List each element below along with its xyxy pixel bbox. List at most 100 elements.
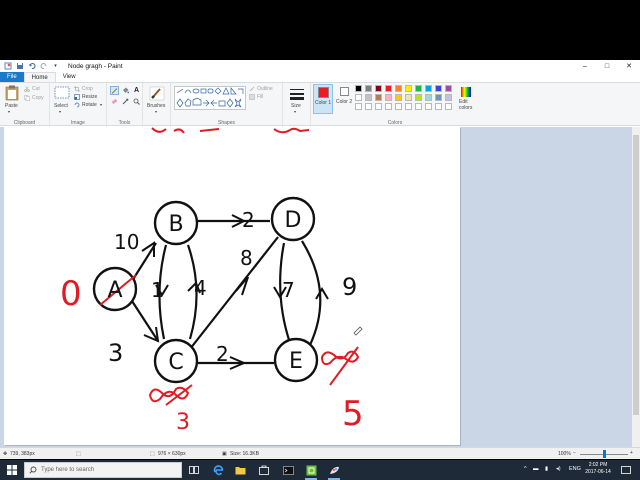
crop-icon[interactable] [74, 86, 80, 92]
volume-icon[interactable]: ◂) [556, 466, 561, 472]
maximize-button[interactable]: □ [596, 60, 618, 72]
resize-icon[interactable] [74, 94, 80, 100]
rotate-button[interactable]: Rotate [82, 102, 97, 108]
fill-button[interactable]: Fill [257, 94, 263, 100]
fill-icon[interactable] [121, 86, 130, 95]
palette-swatch[interactable] [395, 103, 402, 110]
palette-swatch[interactable] [415, 103, 422, 110]
red-dist-a: 0 [60, 274, 82, 314]
palette-swatch[interactable] [355, 94, 362, 101]
palette-swatch[interactable] [415, 85, 422, 92]
palette-swatch[interactable] [425, 103, 432, 110]
rotate-dropdown-icon[interactable]: ▾ [100, 102, 102, 107]
crop-button[interactable]: Crop [82, 86, 93, 92]
close-button[interactable]: ✕ [618, 60, 640, 72]
redo-icon[interactable] [39, 62, 48, 71]
minimize-button[interactable]: – [574, 60, 596, 72]
text-icon[interactable]: A [132, 86, 141, 95]
edge-browser-icon[interactable] [212, 464, 224, 476]
outline-button[interactable]: Outline [257, 86, 273, 92]
scrollbar-thumb[interactable] [633, 135, 639, 415]
select-dropdown-icon[interactable]: ▾ [59, 109, 61, 114]
tab-home[interactable]: Home [23, 72, 56, 82]
palette-swatch[interactable] [425, 85, 432, 92]
copy-button[interactable]: Copy [32, 95, 44, 101]
palette-swatch[interactable] [395, 94, 402, 101]
network-icon[interactable]: ▬ [533, 466, 539, 472]
copy-icon[interactable] [24, 95, 30, 101]
shapes-gallery[interactable] [174, 86, 246, 110]
palette-swatch[interactable] [365, 94, 372, 101]
palette-swatch[interactable] [375, 85, 382, 92]
paste-icon[interactable] [4, 85, 20, 101]
cut-button[interactable]: Cut [32, 86, 40, 92]
edit-colors-icon[interactable] [459, 85, 473, 98]
color-picker-icon[interactable] [121, 97, 130, 106]
palette-swatch[interactable] [405, 103, 412, 110]
pencil-icon[interactable] [110, 86, 119, 95]
paint-app-icon[interactable] [3, 62, 12, 71]
palette-swatch[interactable] [365, 85, 372, 92]
palette-swatch[interactable] [395, 85, 402, 92]
palette-swatch[interactable] [445, 103, 452, 110]
fill-shape-icon[interactable] [249, 94, 255, 100]
zoom-slider-thumb[interactable] [603, 450, 606, 458]
palette-swatch[interactable] [435, 94, 442, 101]
size-dropdown-icon[interactable]: ▾ [294, 109, 296, 114]
palette-swatch[interactable] [355, 103, 362, 110]
system-clock[interactable]: 2:02 PM 2017-06-14 [583, 462, 613, 476]
palette-swatch[interactable] [425, 94, 432, 101]
brushes-dropdown-icon[interactable]: ▾ [155, 109, 157, 114]
edit-colors-label[interactable]: Edit colors [459, 99, 479, 111]
task-view-icon[interactable] [188, 464, 200, 476]
camtasia-icon[interactable] [305, 464, 317, 480]
file-explorer-icon[interactable] [234, 464, 246, 476]
paint-taskbar-icon[interactable] [328, 464, 340, 480]
paste-label[interactable]: Paste [5, 103, 18, 109]
palette-swatch[interactable] [445, 94, 452, 101]
brush-icon[interactable] [149, 86, 165, 101]
palette-swatch[interactable] [435, 85, 442, 92]
vertical-scrollbar[interactable] [632, 127, 640, 447]
palette-swatch[interactable] [365, 103, 372, 110]
color1-button[interactable]: Color 1 [313, 84, 333, 114]
palette-swatch[interactable] [435, 103, 442, 110]
action-center-icon[interactable] [620, 464, 632, 476]
palette-swatch[interactable] [405, 94, 412, 101]
battery-icon[interactable]: ▮ [545, 466, 548, 472]
zoom-in-button[interactable]: + [630, 450, 633, 456]
taskbar-search-box[interactable]: Type here to search [24, 462, 182, 478]
tab-file[interactable]: File [0, 72, 24, 82]
palette-swatch[interactable] [385, 85, 392, 92]
start-button-icon[interactable] [6, 464, 18, 476]
drawing-canvas[interactable]: A B C D E 10 3 1 4 2 8 2 7 9 0 5 3 [4, 127, 460, 445]
magnifier-icon[interactable] [132, 97, 141, 106]
palette-swatch[interactable] [415, 94, 422, 101]
tab-view[interactable]: View [56, 72, 83, 82]
palette-swatch[interactable] [445, 85, 452, 92]
palette-swatch[interactable] [385, 94, 392, 101]
command-prompt-icon[interactable] [282, 464, 294, 476]
undo-icon[interactable] [27, 62, 36, 71]
input-language[interactable]: ENG [569, 466, 581, 472]
customize-toolbar-icon[interactable]: ▾ [51, 62, 60, 71]
cut-icon[interactable] [24, 86, 30, 92]
color-palette [355, 85, 457, 113]
save-icon[interactable] [15, 62, 24, 71]
palette-swatch[interactable] [375, 103, 382, 110]
size-icon[interactable] [289, 86, 305, 101]
color2-button[interactable]: Color 2 [335, 84, 355, 114]
rotate-icon[interactable] [74, 102, 80, 108]
palette-swatch[interactable] [405, 85, 412, 92]
palette-swatch[interactable] [355, 85, 362, 92]
store-icon[interactable] [258, 464, 270, 476]
outline-icon[interactable] [249, 86, 255, 92]
resize-button[interactable]: Resize [82, 94, 97, 100]
eraser-icon[interactable] [110, 97, 119, 106]
palette-swatch[interactable] [375, 94, 382, 101]
paste-dropdown-icon[interactable]: ▾ [8, 109, 10, 114]
zoom-out-button[interactable]: − [573, 450, 576, 456]
tray-chevron-icon[interactable]: ^ [524, 466, 527, 472]
select-icon[interactable] [54, 86, 70, 100]
palette-swatch[interactable] [385, 103, 392, 110]
